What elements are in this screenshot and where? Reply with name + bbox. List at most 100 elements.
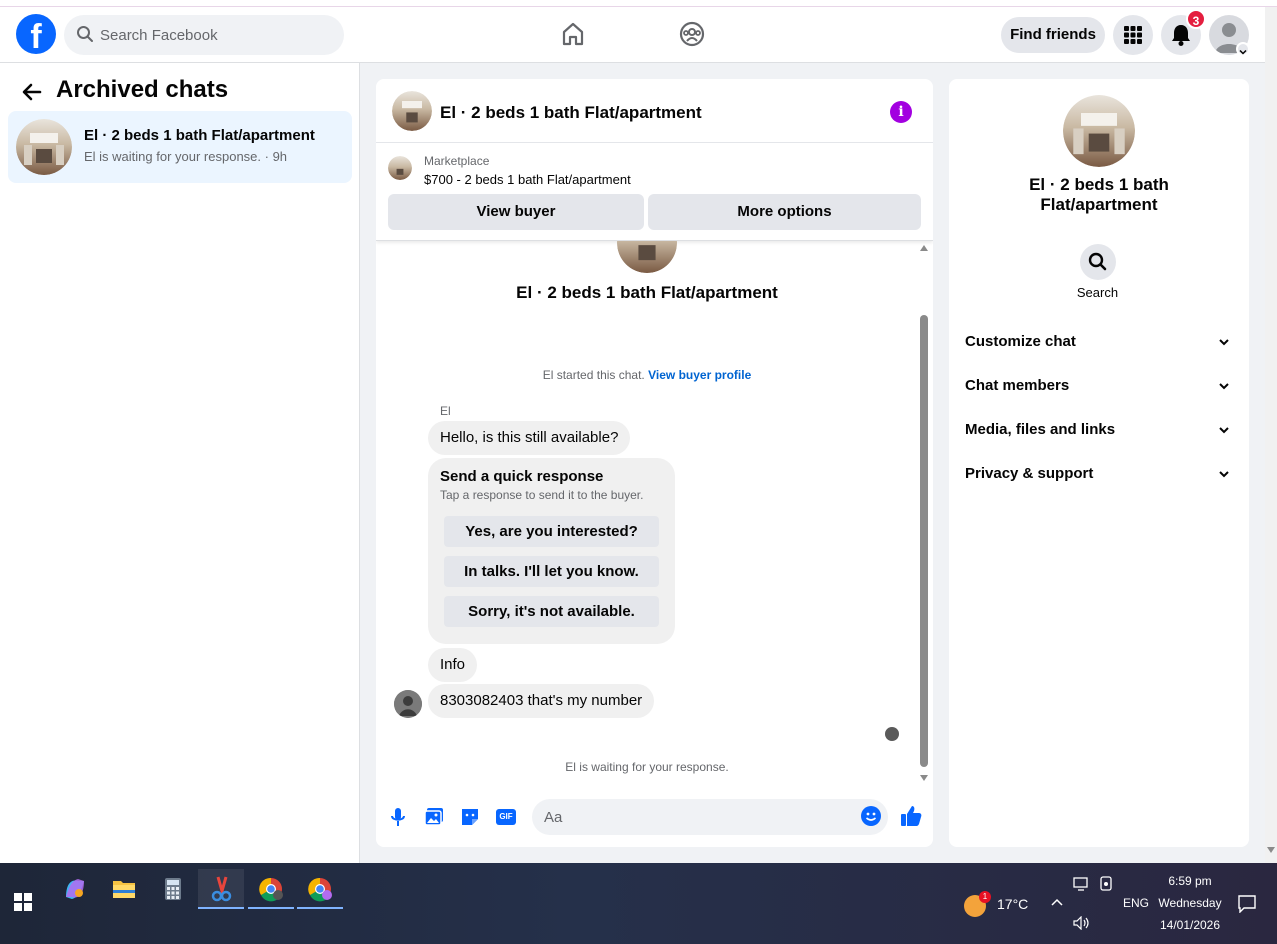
privacy-support-section[interactable]: Privacy & support: [965, 463, 1233, 487]
chat-list-item-name: El · 2 beds 1 bath Flat/apartment: [84, 127, 315, 144]
info-icon[interactable]: i: [890, 101, 912, 123]
chrome-icon[interactable]: [248, 869, 294, 909]
copilot-app-icon[interactable]: [52, 869, 98, 909]
search-bar[interactable]: [64, 15, 344, 55]
section-label: Customize chat: [965, 333, 1076, 350]
chevron-down-icon: [1219, 427, 1229, 434]
message-input[interactable]: [532, 799, 888, 835]
chevron-down-icon: [1219, 339, 1229, 346]
marketplace-label: Marketplace: [424, 154, 490, 168]
show-hidden-icons-icon[interactable]: [1050, 896, 1064, 908]
message-bubble[interactable]: Info: [428, 648, 478, 682]
notification-center-icon[interactable]: [1238, 895, 1256, 913]
section-label: Chat members: [965, 377, 1070, 394]
sender-name: El: [440, 404, 451, 418]
windows-start-icon[interactable]: [14, 893, 32, 911]
scrollbar-thumb[interactable]: [920, 315, 928, 767]
page-scrollbar[interactable]: [1265, 7, 1277, 863]
quick-response-option[interactable]: In talks. I'll let you know.: [444, 556, 659, 587]
seen-receipt-avatar: [885, 727, 899, 741]
device-icon[interactable]: [1099, 876, 1113, 892]
chat-started-text: El started this chat.: [542, 368, 645, 382]
conversation-intro-name: El · 2 beds 1 bath Flat/apartment: [516, 283, 778, 302]
search-input[interactable]: [100, 15, 330, 55]
section-label: Media, files and links: [965, 421, 1116, 438]
input-language[interactable]: ENG: [1123, 896, 1149, 910]
sender-avatar[interactable]: [394, 690, 422, 718]
listing-title[interactable]: $700 - 2 beds 1 bath Flat/apartment: [424, 172, 631, 187]
conversation-title[interactable]: El · 2 beds 1 bath Flat/apartment: [440, 103, 702, 123]
conversation-avatar[interactable]: [392, 91, 432, 131]
message-bubble[interactable]: Hello, is this still available?: [428, 421, 631, 455]
scroll-down-arrow-icon[interactable]: [920, 775, 928, 781]
photo-gallery-icon[interactable]: [422, 805, 446, 829]
microphone-icon[interactable]: [386, 805, 410, 829]
gif-icon[interactable]: GIF: [494, 805, 518, 829]
chat-started-notice: El started this chat. View buyer profile: [376, 368, 918, 382]
view-buyer-profile-link[interactable]: View buyer profile: [648, 368, 751, 382]
search-in-conversation-button[interactable]: [1080, 244, 1116, 280]
weather-alert-badge: 1: [979, 891, 991, 903]
temperature-text[interactable]: 17°C: [997, 896, 1028, 912]
network-icon[interactable]: [1073, 876, 1091, 892]
snipping-tool-icon[interactable]: [198, 869, 244, 909]
windows-taskbar: 1 17°C ENG 6:59 pm Wednesday 14/01/2026: [0, 863, 1277, 944]
waiting-status: El is waiting for your response.: [565, 760, 729, 774]
chrome-profile-icon[interactable]: [297, 869, 343, 909]
archived-chats-title: Archived chats: [56, 76, 229, 103]
listing-thumbnail: [16, 119, 72, 175]
groups-icon[interactable]: [677, 19, 707, 49]
gif-label: GIF: [496, 809, 516, 825]
menu-button[interactable]: [1113, 15, 1153, 55]
calculator-icon[interactable]: [150, 869, 196, 909]
browser-top-strip: [0, 0, 1277, 7]
find-friends-button[interactable]: Find friends: [1001, 17, 1105, 53]
conversation-header: El · 2 beds 1 bath Flat/apartment i: [376, 79, 933, 143]
more-options-button[interactable]: More options: [648, 194, 921, 230]
file-explorer-icon[interactable]: [101, 869, 147, 909]
chevron-down-icon: [1219, 383, 1229, 390]
search-label: Search: [1076, 285, 1119, 300]
facebook-logo[interactable]: f: [16, 14, 56, 54]
section-label: Privacy & support: [965, 465, 1094, 482]
chat-list-item[interactable]: El · 2 beds 1 bath Flat/apartment El is …: [8, 111, 352, 183]
message-bubble[interactable]: 8303082403 that's my number: [428, 684, 655, 718]
quick-response-option[interactable]: Sorry, it's not available.: [444, 596, 659, 627]
quick-response-option[interactable]: Yes, are you interested?: [444, 516, 659, 547]
account-chevron-icon[interactable]: [1236, 42, 1250, 56]
back-arrow-icon[interactable]: [20, 80, 44, 104]
thumbs-up-icon[interactable]: [898, 803, 924, 829]
scroll-up-arrow-icon[interactable]: [920, 245, 928, 251]
message-thread: El · 2 beds 1 bath Flat/apartment El sta…: [376, 241, 933, 787]
search-icon: [1088, 252, 1107, 271]
grid-menu-icon: [1124, 26, 1142, 44]
scroll-down-arrow-icon[interactable]: [1267, 847, 1275, 853]
home-icon[interactable]: [558, 19, 588, 49]
clock-day[interactable]: Wednesday: [1150, 896, 1230, 910]
thread-scrollbar[interactable]: [918, 245, 930, 785]
quick-response-card: Send a quick response Tap a response to …: [428, 458, 675, 644]
chevron-down-icon: [1219, 471, 1229, 478]
archived-chats-sidebar: Archived chats El · 2 beds 1 bath Flat/a…: [0, 63, 360, 863]
media-files-links-section[interactable]: Media, files and links: [965, 419, 1233, 443]
listing-mini-thumbnail: [388, 156, 412, 180]
conversation-panel: El · 2 beds 1 bath Flat/apartment i Mark…: [376, 79, 933, 847]
quick-response-subtitle: Tap a response to send it to the buyer.: [440, 488, 644, 502]
customize-chat-section[interactable]: Customize chat: [965, 331, 1233, 355]
top-navigation-bar: f Find friends 3: [0, 7, 1265, 63]
clock-time[interactable]: 6:59 pm: [1150, 874, 1230, 888]
notification-count-badge: 3: [1186, 9, 1206, 29]
quick-response-title: Send a quick response: [440, 468, 604, 485]
chat-members-section[interactable]: Chat members: [965, 375, 1233, 399]
chat-list-item-preview: El is waiting for your response. · 9h: [84, 149, 288, 164]
clock-date[interactable]: 14/01/2026: [1150, 918, 1230, 932]
emoji-icon[interactable]: [860, 805, 882, 827]
sticker-icon[interactable]: [458, 805, 482, 829]
chat-profile-picture[interactable]: [1063, 95, 1135, 167]
conversation-intro-avatar: [617, 241, 677, 273]
message-composer: GIF: [376, 797, 933, 837]
volume-icon[interactable]: [1073, 916, 1091, 930]
search-icon: [77, 26, 93, 42]
view-buyer-button[interactable]: View buyer: [388, 194, 644, 230]
chat-info-panel: El · 2 beds 1 bath Flat/apartment Search…: [949, 79, 1249, 847]
